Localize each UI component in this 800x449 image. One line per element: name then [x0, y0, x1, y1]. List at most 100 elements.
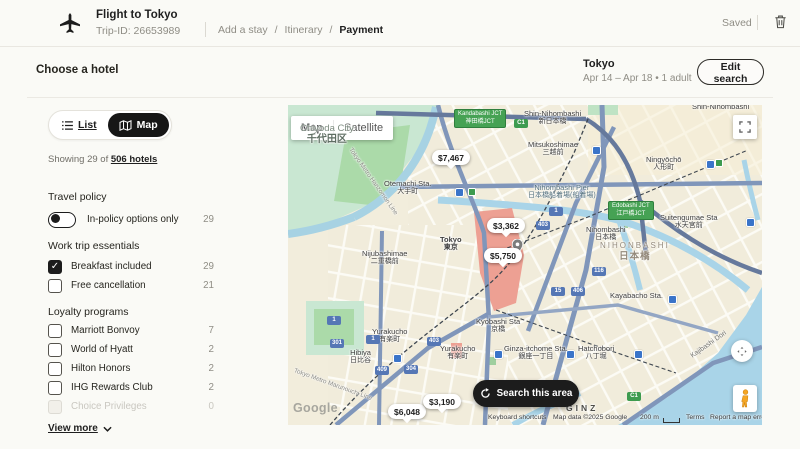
hyatt-count: 2 — [209, 344, 214, 355]
app-window: Flight to Tokyo Trip-ID: 26653989 Add a … — [0, 0, 800, 449]
search-this-area-label: Search this area — [497, 388, 573, 399]
marriott-checkbox[interactable] — [48, 324, 62, 338]
list-view-label: List — [78, 119, 97, 131]
free-cancellation-label: Free cancellation — [71, 280, 203, 291]
loyalty-heading: Loyalty programs — [48, 306, 214, 318]
road-shield: 116 — [592, 267, 606, 276]
map-label-kayabacho: Kayabacho Sta. — [610, 291, 663, 300]
search-destination: Tokyo — [583, 58, 615, 70]
divider — [27, 97, 773, 98]
ihg-count: 2 — [209, 382, 214, 393]
ihg-filter-row[interactable]: IHG Rewards Club 2 — [48, 380, 214, 395]
map-label-shin-nihombashi: Shin-Nihombashi新日本橋 — [524, 109, 581, 126]
in-policy-label: In-policy options only — [87, 214, 203, 225]
road-shield: 304 — [404, 365, 418, 374]
road-shield: 1 — [549, 207, 563, 216]
fullscreen-icon — [739, 121, 751, 133]
terms-link[interactable]: Terms — [686, 414, 705, 421]
breadcrumb-add-a-stay[interactable]: Add a stay — [218, 24, 268, 36]
search-this-area-button[interactable]: Search this area — [473, 380, 579, 407]
fullscreen-button[interactable] — [733, 115, 757, 139]
map-label-tokyo-station: Tokyo東京 — [440, 235, 462, 252]
keyboard-shortcuts-link[interactable]: Keyboard shortcuts — [488, 414, 547, 421]
search-dates-guests: Apr 14 – Apr 18 • 1 adult — [583, 73, 692, 84]
report-map-error-link[interactable]: Report a map error — [710, 414, 762, 421]
list-icon — [62, 121, 73, 130]
choice-label: Choice Privileges — [71, 401, 209, 412]
marriott-count: 7 — [209, 325, 214, 336]
divider — [205, 22, 206, 37]
map-label-mitsukoshimae: Mitsukoshimae三越前 — [528, 140, 578, 157]
results-prefix: Showing 29 of — [48, 154, 111, 165]
in-policy-count: 29 — [203, 214, 214, 225]
free-cancellation-count: 21 — [203, 280, 214, 291]
map-label-otemachi: Otemachi Sta.大手町 — [384, 179, 432, 196]
breadcrumb-payment[interactable]: Payment — [339, 24, 383, 36]
hotel-price-pin[interactable]: $5,750 — [484, 248, 522, 263]
map-label-nihombashi: Nihombashi日本橋 — [586, 225, 626, 242]
breadcrumb-separator: / — [329, 24, 332, 36]
metro-station-icon — [668, 295, 677, 304]
metro-station-icon — [494, 350, 503, 359]
map-icon — [119, 120, 132, 131]
hilton-checkbox[interactable] — [48, 362, 62, 376]
refresh-icon — [480, 388, 491, 399]
map-canvas[interactable]: Chiyoda City千代田区 Otemachi Sta.大手町 Kandab… — [288, 105, 762, 425]
edit-search-button[interactable]: Edit search — [697, 59, 764, 85]
in-policy-filter-row[interactable]: In-policy options only 29 — [48, 212, 214, 227]
metro-station-icon — [634, 350, 643, 359]
view-more-label: View more — [48, 423, 98, 434]
road-shield: C1 — [627, 392, 641, 401]
breakfast-filter-row[interactable]: Breakfast included 29 — [48, 259, 214, 274]
filters-sidebar: List Map Showing 29 of 506 hotels Travel… — [48, 110, 214, 434]
top-bar: Flight to Tokyo Trip-ID: 26653989 Add a … — [0, 0, 800, 47]
trash-icon — [773, 14, 788, 29]
pan-control-button[interactable] — [731, 340, 753, 362]
free-cancellation-checkbox[interactable] — [48, 279, 62, 293]
road-shield: 403 — [536, 221, 550, 230]
free-cancellation-filter-row[interactable]: Free cancellation 21 — [48, 278, 214, 293]
hyatt-checkbox[interactable] — [48, 343, 62, 357]
hyatt-filter-row[interactable]: World of Hyatt 2 — [48, 342, 214, 357]
marriott-filter-row[interactable]: Marriott Bonvoy 7 — [48, 323, 214, 338]
map-view-button[interactable]: Map — [108, 113, 169, 137]
ihg-checkbox[interactable] — [48, 381, 62, 395]
map-label-hatchobori: Hatchobori八丁堀 — [578, 344, 614, 361]
delete-trip-button[interactable] — [770, 13, 790, 33]
poi-icon — [715, 159, 723, 167]
chevron-down-icon — [103, 426, 112, 432]
map-label-hibiya: Hibiya日比谷 — [350, 348, 371, 365]
map-label-chiyoda: Chiyoda City千代田区 — [300, 123, 354, 146]
breakfast-count: 29 — [203, 261, 214, 272]
hilton-count: 2 — [209, 363, 214, 374]
map-label-yurakucho-2: Yurakucho有楽町 — [440, 344, 475, 361]
airplane-icon — [60, 13, 80, 33]
hilton-filter-row[interactable]: Hilton Honors 2 — [48, 361, 214, 376]
map-label-ginza-itchome: Ginza-itchome Sta.銀座一丁目 — [504, 344, 568, 361]
choice-filter-row: Choice Privileges 0 — [48, 399, 214, 414]
road-shield: 15 — [551, 287, 565, 296]
hotel-price-pin[interactable]: $6,048 — [388, 404, 426, 419]
hotel-price-pin[interactable]: $3,362 — [487, 218, 525, 233]
hilton-label: Hilton Honors — [71, 363, 209, 374]
view-more-link[interactable]: View more — [48, 423, 214, 434]
list-view-button[interactable]: List — [51, 113, 108, 137]
road-shield: C1 — [514, 119, 528, 128]
map-label-kyobashi: Kyobashi Sta京橋 — [476, 317, 520, 334]
breakfast-checkbox[interactable] — [48, 260, 62, 274]
breadcrumb-separator: / — [275, 24, 278, 36]
map-view-label: Map — [137, 119, 158, 131]
hotel-price-pin[interactable]: $3,190 — [423, 394, 461, 409]
marriott-label: Marriott Bonvoy — [71, 325, 209, 336]
road-shield: 1 — [327, 316, 341, 325]
breadcrumb-itinerary[interactable]: Itinerary — [285, 24, 323, 36]
trip-id: Trip-ID: 26653989 — [96, 25, 180, 37]
view-toggle: List Map — [48, 110, 172, 140]
pegman-streetview-button[interactable] — [733, 385, 757, 412]
in-policy-toggle[interactable] — [48, 212, 76, 228]
results-count-link[interactable]: 506 hotels — [111, 154, 157, 165]
hotel-price-pin[interactable]: $7,467 — [432, 150, 470, 165]
metro-station-icon — [706, 160, 715, 169]
metro-station-icon — [592, 146, 601, 155]
saved-status: Saved — [722, 17, 752, 29]
